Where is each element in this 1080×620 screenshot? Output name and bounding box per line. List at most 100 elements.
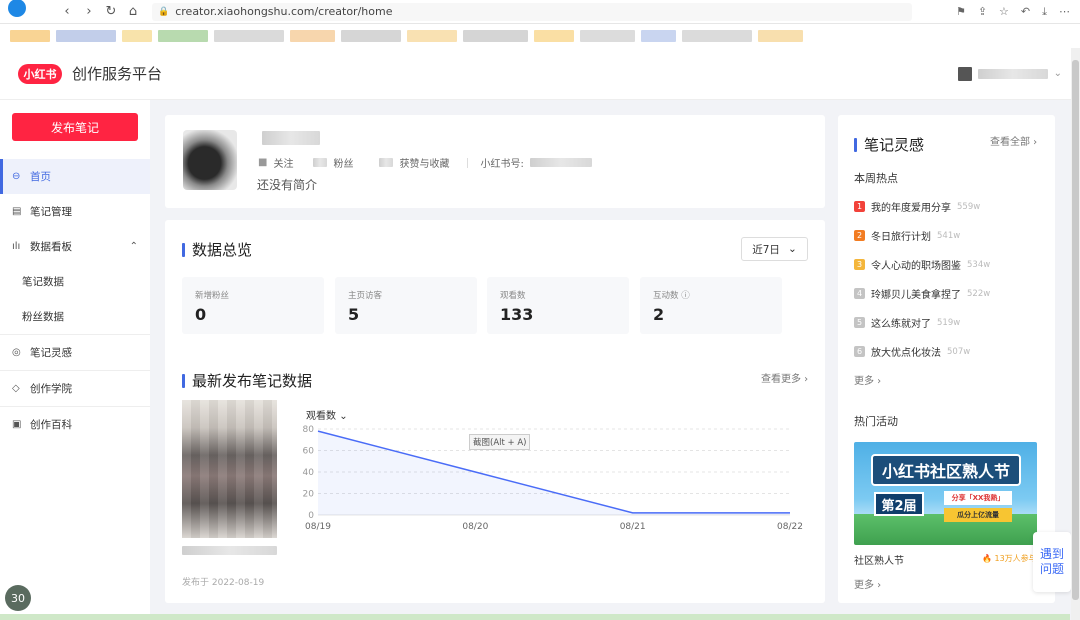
- share-icon[interactable]: ⇪: [978, 5, 987, 19]
- stat-tile-new-fans: 新增粉丝 0: [182, 277, 324, 334]
- view-more-link[interactable]: 查看更多 ›: [761, 370, 808, 385]
- bookmark-item[interactable]: [214, 30, 284, 42]
- stat-value: 133: [500, 305, 534, 324]
- sidebar-item-note-management[interactable]: ▤ 笔记管理: [0, 194, 150, 229]
- hot-topic-item[interactable]: 6 放大优点化妆法 507w: [854, 344, 970, 359]
- note-thumbnail[interactable]: [182, 400, 277, 538]
- bookmark-item[interactable]: [341, 30, 401, 42]
- encyclopedia-icon: ▣: [12, 419, 22, 430]
- sidebar-item-data-board[interactable]: ılı 数据看板 ⌃: [0, 229, 150, 264]
- likes-label: 获赞与收藏: [399, 159, 450, 170]
- bookmark-item[interactable]: [290, 30, 335, 42]
- sidebar-item-label: 笔记管理: [30, 206, 72, 218]
- follow-count: [313, 158, 328, 167]
- reload-icon[interactable]: ↻: [100, 4, 122, 19]
- data-overview-card: 数据总览 近7日 ⌄ 新增粉丝 0 主页访客 5 观看数 133 互动数 ⓘ 2…: [165, 220, 825, 603]
- stat-label: 主页访客: [348, 291, 383, 301]
- chevron-down-icon: ⌄: [339, 411, 348, 422]
- publish-note-button[interactable]: 发布笔记: [12, 113, 138, 141]
- xiaohongshu-logo[interactable]: 小红书: [18, 63, 62, 84]
- extension-icon[interactable]: ⚑: [956, 5, 966, 19]
- stat-value: 2: [653, 305, 665, 324]
- bookmark-item[interactable]: [122, 30, 152, 42]
- date-range-select[interactable]: 近7日 ⌄: [741, 237, 808, 261]
- fans-label: 粉丝: [333, 159, 354, 170]
- sidebar-item-label: 笔记数据: [22, 276, 64, 288]
- forward-icon[interactable]: ›: [78, 4, 100, 19]
- more-activities-link[interactable]: 更多 ›: [854, 576, 881, 591]
- hot-topic-item[interactable]: 4 玲娜贝儿美食拿捏了 522w: [854, 286, 990, 301]
- bookmark-item[interactable]: [682, 30, 752, 42]
- notification-badge[interactable]: 30: [5, 585, 31, 611]
- screenshot-tooltip: 截图(Alt + A): [469, 434, 531, 450]
- help-button[interactable]: 遇到 问题: [1033, 532, 1071, 592]
- home-page-icon[interactable]: ⌂: [122, 4, 144, 19]
- chart-icon: ılı: [12, 241, 21, 252]
- y-tick-label: 0: [308, 511, 314, 521]
- stat-value: 5: [348, 305, 360, 324]
- academy-icon: ◇: [12, 383, 20, 394]
- hot-topic-count: 519w: [937, 317, 961, 328]
- bookmark-item[interactable]: [463, 30, 528, 42]
- more-topics-link[interactable]: 更多 ›: [854, 372, 881, 387]
- hot-topic-item[interactable]: 5 这么练就对了 519w: [854, 315, 960, 330]
- hot-topic-item[interactable]: 3 令人心动的职场图鉴 534w: [854, 257, 990, 272]
- lock-icon: 🔒: [158, 6, 170, 17]
- follow-label: 关注: [273, 159, 294, 170]
- rank-badge: 4: [854, 288, 865, 299]
- rank-badge: 6: [854, 346, 865, 357]
- sidebar-item-inspiration[interactable]: ◎ 笔记灵感: [0, 335, 150, 370]
- banner-tag: 瓜分上亿流量: [944, 508, 1012, 522]
- hot-topic-item[interactable]: 2 冬日旅行计划 541w: [854, 228, 960, 243]
- bookmark-item[interactable]: [407, 30, 457, 42]
- bookmark-item[interactable]: [56, 30, 116, 42]
- bookmark-item[interactable]: [10, 30, 50, 42]
- date-range-value: 近7日: [752, 243, 780, 256]
- scrollbar-thumb[interactable]: [1072, 60, 1079, 600]
- sidebar-item-note-data[interactable]: 笔记数据: [0, 264, 150, 299]
- favorite-icon[interactable]: ☆: [999, 5, 1009, 19]
- sidebar-item-encyclopedia[interactable]: ▣ 创作百科: [0, 407, 150, 442]
- id-value: [529, 158, 592, 167]
- sidebar-item-academy[interactable]: ◇ 创作学院: [0, 371, 150, 406]
- activity-name[interactable]: 社区熟人节: [854, 552, 904, 567]
- hot-topic-item[interactable]: 1 我的年度爱用分享 559w: [854, 199, 980, 214]
- hot-topic-count: 559w: [957, 201, 981, 212]
- sidebar-item-label: 数据看板: [30, 241, 72, 253]
- hot-topic-text: 冬日旅行计划: [871, 232, 931, 243]
- stat-label: 互动数 ⓘ: [653, 291, 690, 301]
- stat-label: 观看数: [500, 291, 526, 301]
- view-all-link[interactable]: 查看全部 ›: [990, 133, 1037, 148]
- bookmark-item[interactable]: [158, 30, 208, 42]
- sidebar-item-home[interactable]: ⊖ 首页: [0, 159, 150, 194]
- menu-icon[interactable]: ⋯: [1059, 5, 1070, 19]
- bookmark-item[interactable]: [758, 30, 803, 42]
- banner-tag: 分享「XX我熟」: [944, 491, 1012, 505]
- divider: [467, 157, 469, 168]
- bookmark-item[interactable]: [534, 30, 574, 42]
- x-tick-label: 08/22: [777, 522, 803, 532]
- status-strip: [0, 614, 1070, 620]
- follow-icon: ■: [258, 157, 268, 168]
- hot-topic-count: 507w: [947, 346, 971, 357]
- activity-banner[interactable]: 小红书社区熟人节 第2届 分享「XX我熟」 瓜分上亿流量: [854, 442, 1037, 545]
- metric-select[interactable]: 观看数 ⌄: [306, 407, 348, 422]
- bookmark-item[interactable]: [641, 30, 676, 42]
- x-tick-label: 08/21: [620, 522, 646, 532]
- hot-topic-text: 我的年度爱用分享: [871, 203, 951, 214]
- bookmark-item[interactable]: [580, 30, 635, 42]
- chevron-up-icon: ⌃: [129, 241, 138, 252]
- sidebar-item-fans-data[interactable]: 粉丝数据: [0, 299, 150, 334]
- inspiration-icon: ◎: [12, 347, 21, 358]
- user-menu[interactable]: ⌄: [957, 66, 1062, 81]
- undo-icon[interactable]: ↶: [1021, 5, 1030, 19]
- back-icon[interactable]: ‹: [56, 4, 78, 19]
- banner-title: 小红书社区熟人节: [871, 454, 1021, 486]
- sidebar-item-label: 粉丝数据: [22, 311, 64, 323]
- avatar[interactable]: [183, 130, 237, 190]
- y-tick-label: 20: [303, 490, 315, 500]
- address-bar[interactable]: 🔒 creator.xiaohongshu.com/creator/home: [152, 2, 912, 21]
- download-icon[interactable]: ⤓: [1042, 5, 1047, 19]
- help-text: 遇到: [1039, 547, 1064, 561]
- latest-notes-title: 最新发布笔记数据: [182, 370, 312, 391]
